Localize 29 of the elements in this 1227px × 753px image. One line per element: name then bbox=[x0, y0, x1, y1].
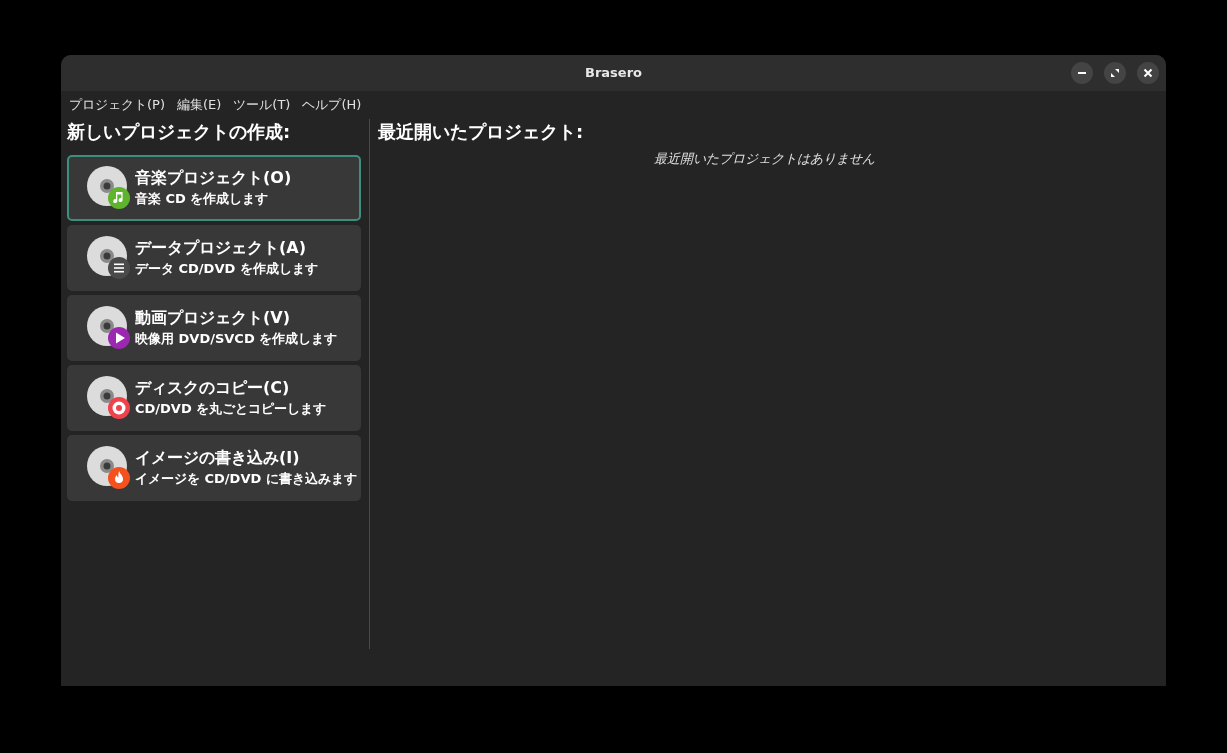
project-description: CD/DVD を丸ごとコピーします bbox=[135, 400, 327, 418]
project-button[interactable]: データプロジェクト(A) データ CD/DVD を作成します bbox=[67, 225, 361, 291]
project-button[interactable]: 動画プロジェクト(V) 映像用 DVD/SVCD を作成します bbox=[67, 295, 361, 361]
close-icon bbox=[1143, 68, 1153, 78]
project-button[interactable]: ディスクのコピー(C) CD/DVD を丸ごとコピーします bbox=[67, 365, 361, 431]
maximize-icon bbox=[1110, 68, 1120, 78]
empty-message: 最近開いたプロジェクトはありません bbox=[654, 150, 875, 168]
project-button[interactable]: イメージの書き込み(I) イメージを CD/DVD に書き込みます bbox=[67, 435, 361, 501]
menu-item[interactable]: プロジェクト(P) bbox=[64, 95, 170, 115]
minimize-button[interactable] bbox=[1071, 62, 1093, 84]
project-title: 音楽プロジェクト(O) bbox=[135, 167, 292, 189]
menu-item[interactable]: ヘルプ(H) bbox=[297, 95, 367, 115]
project-title: ディスクのコピー(C) bbox=[135, 377, 291, 399]
project-description: 映像用 DVD/SVCD を作成します bbox=[135, 330, 338, 348]
menu-item[interactable]: ツール(T) bbox=[228, 95, 296, 115]
window-title: Brasero bbox=[585, 64, 642, 83]
section-heading: 最近開いたプロジェクト: bbox=[378, 120, 585, 144]
project-title: データプロジェクト(A) bbox=[135, 237, 307, 259]
project-description: 音楽 CD を作成します bbox=[135, 190, 270, 208]
minimize-icon bbox=[1078, 72, 1086, 74]
maximize-button[interactable] bbox=[1104, 62, 1126, 84]
section-heading: 新しいプロジェクトの作成: bbox=[67, 120, 292, 144]
project-description: データ CD/DVD を作成します bbox=[135, 260, 318, 278]
project-button[interactable]: 音楽プロジェクト(O) 音楽 CD を作成します bbox=[67, 155, 361, 221]
menu-item[interactable]: 編集(E) bbox=[172, 95, 227, 115]
project-description: イメージを CD/DVD に書き込みます bbox=[135, 470, 357, 488]
project-title: イメージの書き込み(I) bbox=[135, 447, 301, 469]
project-title: 動画プロジェクト(V) bbox=[135, 307, 291, 329]
close-button[interactable] bbox=[1137, 62, 1159, 84]
